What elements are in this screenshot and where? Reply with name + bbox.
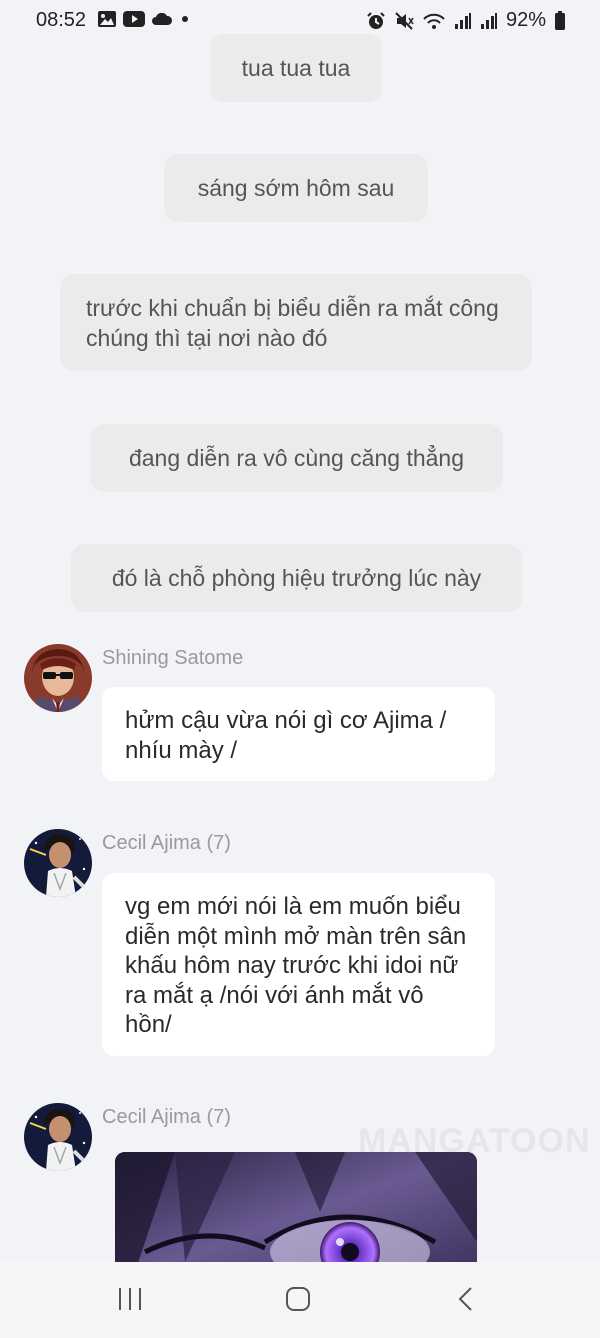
- home-icon[interactable]: [285, 1286, 311, 1317]
- narration-text: đang diễn ra vô cùng căng thẳng: [128, 445, 465, 471]
- wifi-icon: [422, 11, 446, 31]
- narration-bubble: sáng sớm hôm sau: [164, 154, 428, 222]
- back-icon[interactable]: [456, 1286, 476, 1317]
- signal-icon: [454, 12, 472, 30]
- narration-bubble: tua tua tua: [210, 34, 382, 102]
- character-name: Cecil Ajima (7): [102, 832, 231, 854]
- character-name: Cecil Ajima (7): [102, 1106, 231, 1128]
- narration-bubble: trước khi chuẩn bị biểu diễn ra mắt công…: [60, 274, 532, 371]
- narration-text: đó là chỗ phòng hiệu trưởng lúc này: [111, 565, 482, 591]
- youtube-icon: [123, 10, 145, 28]
- narration-text: tua tua tua: [241, 55, 351, 81]
- narration-bubble: đó là chỗ phòng hiệu trưởng lúc này: [71, 544, 522, 612]
- narration-text: sáng sớm hôm sau: [197, 175, 395, 201]
- message-bubble: vg em mới nói là em muốn biểu diễn một m…: [102, 873, 495, 1056]
- status-time: 08:52: [36, 9, 87, 31]
- mute-icon: [394, 11, 414, 31]
- signal-icon: [480, 12, 498, 30]
- avatar[interactable]: [24, 829, 92, 897]
- battery-percent: 92%: [505, 9, 546, 31]
- cloud-icon: [151, 11, 173, 27]
- message-text: vg em mới nói là em muốn biểu diễn một m…: [125, 893, 467, 1038]
- avatar[interactable]: [24, 1103, 92, 1171]
- narration-bubble: đang diễn ra vô cùng căng thẳng: [90, 424, 503, 492]
- narration-text: trước khi chuẩn bị biểu diễn ra mắt công…: [86, 295, 499, 351]
- message-text: hửm cậu vừa nói gì cơ Ajima / nhíu mày /: [125, 707, 447, 764]
- dot-icon: [179, 10, 191, 28]
- alarm-icon: [366, 11, 386, 31]
- image-icon: [97, 10, 117, 28]
- avatar[interactable]: [24, 644, 92, 712]
- message-bubble: hửm cậu vừa nói gì cơ Ajima / nhíu mày /: [102, 687, 495, 781]
- navigation-bar: [0, 1262, 600, 1338]
- character-name: Shining Satome: [102, 647, 244, 669]
- battery-icon: [554, 10, 566, 31]
- recent-apps-icon[interactable]: [117, 1286, 143, 1317]
